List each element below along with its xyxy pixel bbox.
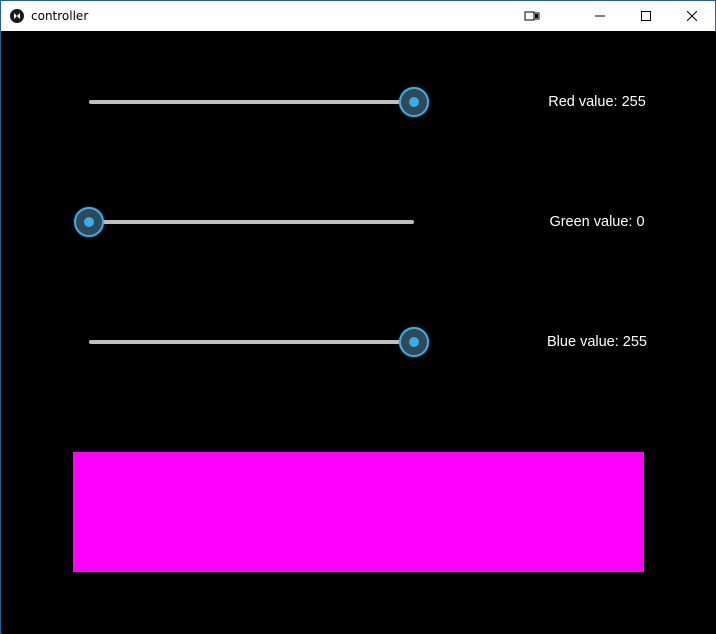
red-slider[interactable] bbox=[89, 80, 429, 124]
app-window: controller Red value: 255 Green value: 0… bbox=[0, 0, 716, 634]
slider-thumb[interactable] bbox=[399, 87, 429, 117]
blue-slider-row: Blue value: 255 bbox=[2, 320, 716, 364]
slider-track[interactable] bbox=[89, 340, 414, 344]
minimize-icon bbox=[595, 15, 605, 17]
slider-track[interactable] bbox=[89, 100, 414, 104]
maximize-icon bbox=[641, 11, 651, 21]
close-button[interactable] bbox=[669, 1, 715, 31]
title-bar[interactable]: controller bbox=[1, 1, 715, 31]
window-title: controller bbox=[31, 9, 89, 23]
snap-assist-icon bbox=[524, 11, 540, 21]
app-content: Red value: 255 Green value: 0 Blue value… bbox=[2, 32, 716, 634]
slider-thumb[interactable] bbox=[399, 327, 429, 357]
red-value-label: Red value: 255 bbox=[548, 94, 646, 110]
slider-track[interactable] bbox=[89, 220, 414, 224]
red-slider-row: Red value: 255 bbox=[2, 80, 716, 124]
maximize-button[interactable] bbox=[623, 1, 669, 31]
close-icon bbox=[687, 11, 697, 21]
minimize-button[interactable] bbox=[577, 1, 623, 31]
green-value-label: Green value: 0 bbox=[549, 214, 645, 230]
kivy-app-icon bbox=[10, 9, 24, 23]
green-slider[interactable] bbox=[74, 200, 414, 244]
blue-slider[interactable] bbox=[89, 320, 429, 364]
green-slider-row: Green value: 0 bbox=[2, 200, 716, 244]
snap-assist-button[interactable] bbox=[509, 1, 555, 31]
blue-value-label: Blue value: 255 bbox=[547, 334, 647, 350]
slider-thumb[interactable] bbox=[74, 207, 104, 237]
color-preview-swatch bbox=[73, 452, 644, 572]
